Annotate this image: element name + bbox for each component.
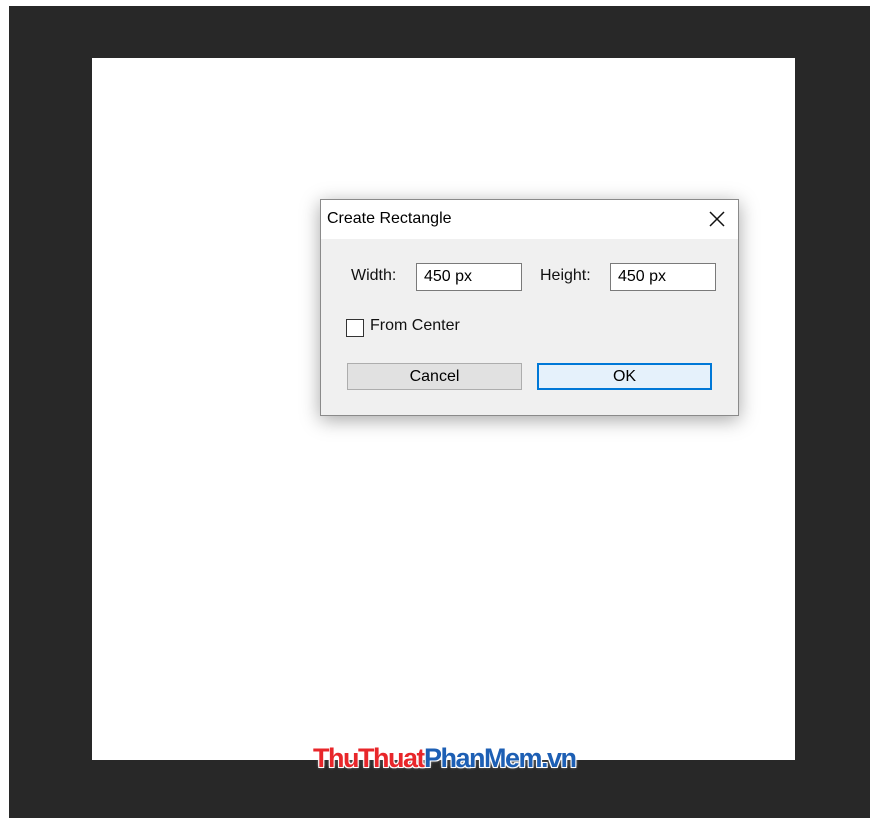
close-button[interactable] [704, 206, 730, 232]
dialog-title: Create Rectangle [327, 210, 452, 227]
close-icon [709, 211, 725, 227]
width-label: Width: [351, 267, 397, 284]
watermark-logo: ThuThuatPhanMem.vn [313, 743, 577, 774]
cancel-button[interactable]: Cancel [347, 363, 522, 390]
from-center-checkbox[interactable] [346, 319, 364, 337]
ok-button[interactable]: OK [537, 363, 712, 390]
width-input[interactable] [416, 263, 522, 291]
create-rectangle-dialog: Create Rectangle Width: Height: From Cen… [320, 199, 739, 416]
watermark-part-blue: PhanMem.vn [423, 743, 577, 773]
watermark-part-red: ThuThuat [313, 743, 425, 773]
dialog-titlebar[interactable]: Create Rectangle [321, 200, 738, 239]
from-center-label[interactable]: From Center [370, 317, 460, 335]
height-input[interactable] [610, 263, 716, 291]
height-label: Height: [540, 267, 591, 284]
